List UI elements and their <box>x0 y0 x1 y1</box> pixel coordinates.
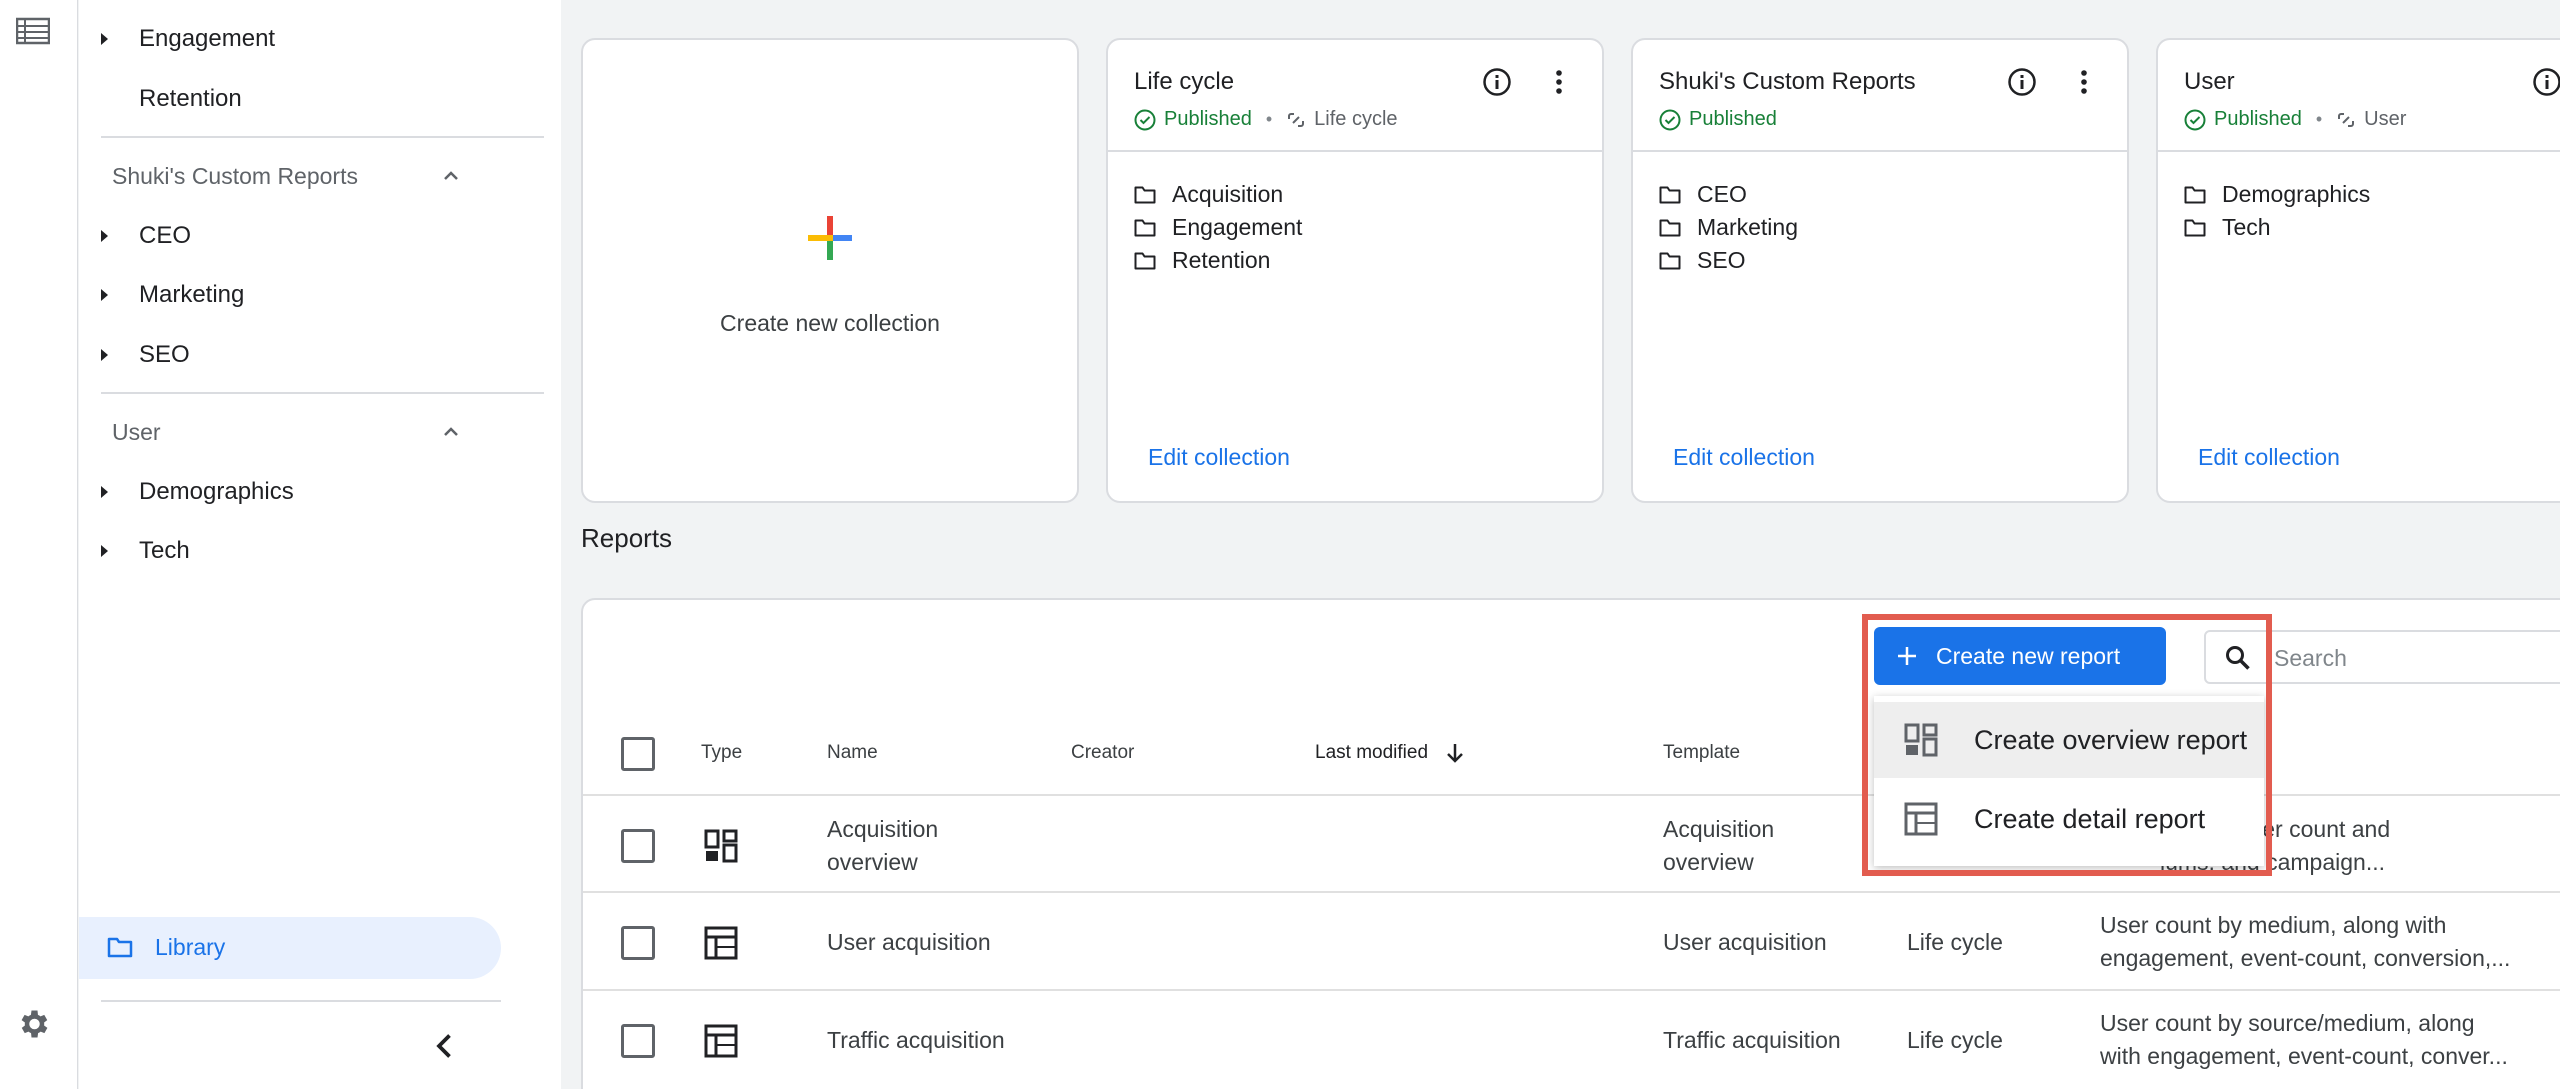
caret-right-icon <box>101 545 108 557</box>
collection-card-custom-reports: Shuki's Custom Reports Published CEO Mar… <box>1631 38 2129 503</box>
divider <box>583 891 2560 893</box>
folder-item: Demographics <box>2184 178 2370 211</box>
folder-icon <box>1134 186 1156 203</box>
divider <box>1108 150 1602 152</box>
folder-item: Marketing <box>1659 211 1798 244</box>
divider <box>583 989 2560 991</box>
divider <box>101 1000 501 1002</box>
left-rail <box>0 0 78 1089</box>
folder-icon <box>1134 252 1156 269</box>
caret-right-icon <box>101 486 108 498</box>
chevron-left-icon[interactable] <box>427 1028 463 1064</box>
folder-list: CEO Marketing SEO <box>1659 178 1798 277</box>
sidebar: Engagement Retention Shuki's Custom Repo… <box>79 0 561 1089</box>
collection-title: Life cycle <box>1134 68 1235 95</box>
folder-list: Demographics Tech <box>2184 178 2370 244</box>
column-header-name[interactable]: Name <box>827 742 878 764</box>
caret-right-icon <box>101 349 108 361</box>
row-checkbox[interactable] <box>621 1024 655 1058</box>
folder-item: CEO <box>1659 178 1798 211</box>
report-collection: Life cycle <box>1907 929 2003 955</box>
column-header-last-modified[interactable]: Last modified <box>1315 742 1428 764</box>
more-vert-icon[interactable] <box>1544 67 1574 97</box>
collection-card-user: User Published • User Demographics Tech … <box>2156 38 2560 503</box>
edit-collection-link[interactable]: Edit collection <box>2198 444 2340 471</box>
report-name[interactable]: Traffic acquisition <box>827 1024 1005 1057</box>
detail-report-icon <box>704 1024 738 1058</box>
more-vert-icon[interactable] <box>2069 67 2099 97</box>
divider <box>1633 150 2127 152</box>
select-all-checkbox[interactable] <box>621 737 655 771</box>
info-icon[interactable] <box>2007 67 2037 97</box>
report-name[interactable]: Acquisition overview <box>827 813 987 879</box>
folder-icon <box>2184 186 2206 203</box>
report-description: User count by medium, along with engageme… <box>2100 912 2511 971</box>
divider <box>2158 150 2560 152</box>
sidebar-item-library[interactable]: Library <box>79 917 501 979</box>
folder-icon <box>1659 219 1681 236</box>
column-header-type[interactable]: Type <box>701 742 742 764</box>
folder-icon <box>2184 219 2206 236</box>
section-header-user[interactable]: User <box>79 412 479 452</box>
folder-item: SEO <box>1659 244 1798 277</box>
folder-list: Acquisition Engagement Retention <box>1134 178 1302 277</box>
chevron-up-icon <box>444 171 458 180</box>
detail-report-icon <box>704 926 738 960</box>
report-description: User count by source/medium, along with e… <box>2100 1010 2508 1069</box>
caret-right-icon <box>101 289 108 301</box>
info-icon[interactable] <box>2532 67 2560 97</box>
collection-title: Shuki's Custom Reports <box>1659 68 1916 95</box>
collection-title: User <box>2184 68 2235 95</box>
report-list-icon[interactable] <box>16 17 50 45</box>
report-template: User acquisition <box>1663 929 1827 955</box>
folder-icon <box>1659 186 1681 203</box>
check-circle-icon <box>1659 109 1681 130</box>
edit-collection-link[interactable]: Edit collection <box>1148 444 1290 471</box>
check-circle-icon <box>2184 109 2206 130</box>
folder-item: Tech <box>2184 211 2370 244</box>
folder-icon <box>1659 252 1681 269</box>
chevron-up-icon <box>444 427 458 436</box>
highlight-box <box>1862 614 2272 876</box>
column-header-creator[interactable]: Creator <box>1071 742 1134 764</box>
arrow-down-icon[interactable] <box>1444 741 1466 765</box>
row-checkbox[interactable] <box>621 926 655 960</box>
check-circle-icon <box>1134 109 1156 130</box>
reports-heading: Reports <box>581 523 673 553</box>
report-template: Acquisition overview <box>1663 816 1775 875</box>
plus-icon <box>808 216 852 260</box>
report-collection: Life cycle <box>1907 1027 2003 1053</box>
folder-icon <box>107 937 133 958</box>
collection-status: Published • User <box>2184 108 2406 131</box>
folder-item: Retention <box>1134 244 1302 277</box>
create-collection-card[interactable]: Create new collection <box>581 38 1079 503</box>
template-link-icon <box>2338 112 2355 127</box>
edit-collection-link[interactable]: Edit collection <box>1673 444 1815 471</box>
section-header-custom-reports[interactable]: Shuki's Custom Reports <box>79 156 479 196</box>
gear-icon[interactable] <box>15 1006 51 1042</box>
folder-item: Engagement <box>1134 211 1302 244</box>
folder-item: Acquisition <box>1134 178 1302 211</box>
collection-status: Published <box>1659 108 1777 131</box>
overview-report-icon <box>704 829 738 863</box>
divider <box>101 392 544 394</box>
row-checkbox[interactable] <box>621 829 655 863</box>
search-input[interactable] <box>2274 642 2560 674</box>
folder-icon <box>1134 219 1156 236</box>
divider <box>101 136 544 138</box>
report-name[interactable]: User acquisition <box>827 926 991 959</box>
template-link-icon <box>1288 112 1305 127</box>
caret-right-icon <box>101 230 108 242</box>
collection-card-life-cycle: Life cycle Published • Life cycle Acquis… <box>1106 38 1604 503</box>
info-icon[interactable] <box>1482 67 1512 97</box>
create-collection-label: Create new collection <box>720 310 940 336</box>
collection-status: Published • Life cycle <box>1134 108 1398 131</box>
caret-right-icon <box>101 33 108 45</box>
report-template: Traffic acquisition <box>1663 1027 1841 1053</box>
column-header-template[interactable]: Template <box>1663 742 1740 764</box>
